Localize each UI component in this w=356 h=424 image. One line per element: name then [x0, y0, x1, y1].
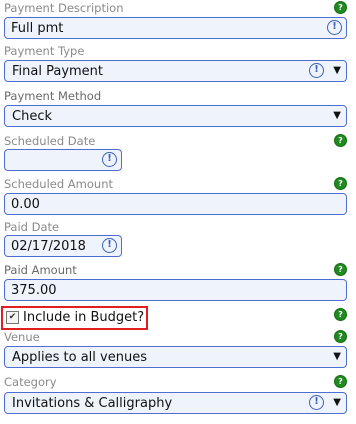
- help-icon[interactable]: ?: [335, 264, 346, 275]
- include-budget-highlight: ✔ Include in Budget?: [1, 306, 148, 330]
- paid-amount-label: Paid Amount: [4, 263, 77, 277]
- category-label: Category: [4, 375, 57, 389]
- chevron-down-icon: ▼: [333, 351, 341, 362]
- category-value: Invitations & Calligraphy: [12, 396, 173, 411]
- chevron-down-icon: ▼: [333, 397, 341, 408]
- paid-amount-value: 375.00: [11, 283, 57, 298]
- scheduled-amount-value: 0.00: [11, 197, 40, 212]
- category-select[interactable]: Invitations & Calligraphy ! ▼: [4, 392, 347, 414]
- paid-date-value: 02/17/2018: [11, 239, 86, 254]
- paid-amount-input[interactable]: 375.00: [4, 279, 347, 301]
- chevron-down-icon: ▼: [333, 110, 341, 121]
- chevron-down-icon: ▼: [333, 65, 341, 76]
- payment-method-select[interactable]: Check ▼: [4, 105, 347, 127]
- help-icon[interactable]: ?: [335, 376, 346, 387]
- scheduled-date-input[interactable]: !: [4, 149, 122, 171]
- scheduled-date-label: Scheduled Date: [4, 134, 96, 148]
- payment-description-input[interactable]: Full pmt !: [4, 17, 347, 39]
- help-icon[interactable]: ?: [335, 178, 346, 189]
- scheduled-amount-input[interactable]: 0.00: [4, 193, 347, 215]
- venue-label: Venue: [4, 330, 40, 344]
- warning-icon: !: [309, 63, 324, 78]
- include-budget-label[interactable]: Include in Budget?: [23, 310, 144, 325]
- warning-icon: !: [102, 152, 117, 167]
- payment-method-value: Check: [12, 109, 52, 124]
- help-icon[interactable]: ?: [335, 309, 346, 320]
- venue-value: Applies to all venues: [12, 350, 147, 365]
- warning-icon: !: [327, 20, 342, 35]
- payment-description-value: Full pmt: [11, 21, 64, 36]
- help-icon[interactable]: ?: [335, 135, 346, 146]
- payment-type-value: Final Payment: [12, 64, 104, 79]
- payment-description-label: Payment Description: [4, 1, 124, 15]
- payment-method-label: Payment Method: [4, 89, 102, 103]
- payment-type-label: Payment Type: [4, 44, 85, 58]
- payment-type-select[interactable]: Final Payment ! ▼: [4, 60, 347, 82]
- scheduled-amount-label: Scheduled Amount: [4, 177, 113, 191]
- include-budget-checkbox[interactable]: ✔: [6, 311, 19, 324]
- warning-icon: !: [102, 238, 117, 253]
- warning-icon: !: [309, 395, 324, 410]
- paid-date-input[interactable]: 02/17/2018 !: [4, 235, 122, 257]
- help-icon[interactable]: ?: [335, 331, 346, 342]
- help-icon[interactable]: ?: [335, 2, 346, 13]
- paid-date-label: Paid Date: [4, 220, 60, 234]
- venue-select[interactable]: Applies to all venues ▼: [4, 346, 347, 368]
